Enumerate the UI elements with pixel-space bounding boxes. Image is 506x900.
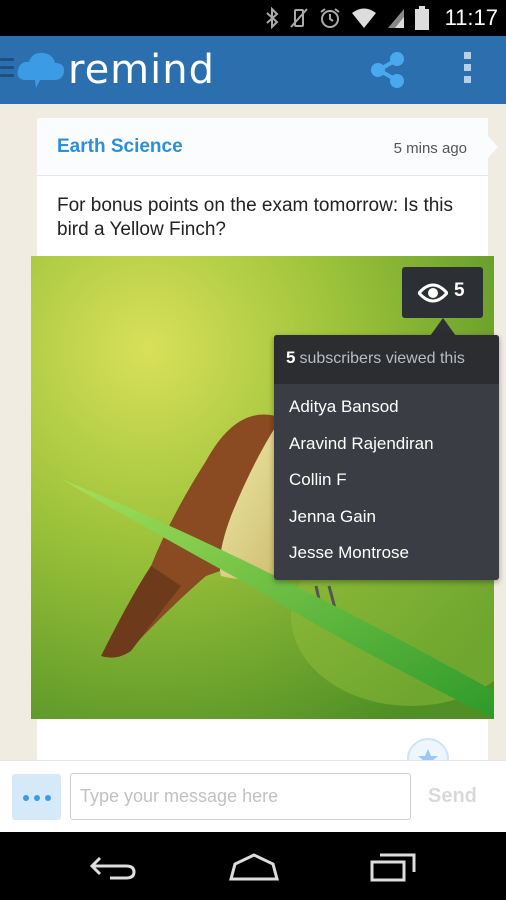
class-name[interactable]: Earth Science xyxy=(57,136,183,158)
message-text: For bonus points on the exam tomorrow: I… xyxy=(57,195,454,240)
clock: 11:17 xyxy=(444,5,498,30)
vibrate-icon xyxy=(289,8,308,28)
card-header: Earth Science 5 mins ago xyxy=(37,118,498,176)
popup-pointer xyxy=(430,318,456,336)
timestamp: 5 mins ago xyxy=(393,140,467,157)
bluetooth-icon xyxy=(265,7,279,29)
viewers-popup: 5 subscribers viewed this Aditya Bansod A… xyxy=(274,335,499,580)
more-options-button[interactable] xyxy=(12,774,61,820)
menu-icon[interactable] xyxy=(0,58,14,82)
system-nav-bar xyxy=(0,832,506,900)
eye-icon xyxy=(418,283,448,303)
viewer-item[interactable]: Jenna Gain xyxy=(274,499,499,536)
message-input[interactable] xyxy=(70,773,411,820)
recents-icon[interactable] xyxy=(370,852,418,882)
popup-label: subscribers viewed this xyxy=(299,350,465,367)
brand-logo: remind xyxy=(68,47,215,93)
popup-header: 5 subscribers viewed this xyxy=(274,335,499,384)
alarm-icon xyxy=(319,8,340,28)
share-icon[interactable] xyxy=(368,50,408,90)
view-count-button[interactable]: 5 xyxy=(402,267,483,318)
viewers-list: Aditya Bansod Aravind Rajendiran Collin … xyxy=(274,384,499,572)
back-icon[interactable] xyxy=(88,852,138,882)
home-icon[interactable] xyxy=(227,852,281,882)
message-feed[interactable]: Earth Science 5 mins ago For bonus point… xyxy=(0,104,506,760)
popup-count: 5 xyxy=(286,348,296,367)
view-count: 5 xyxy=(454,280,465,301)
cell-signal-icon xyxy=(387,9,404,28)
viewer-item[interactable]: Aditya Bansod xyxy=(274,389,499,426)
card-notch xyxy=(488,136,498,158)
wifi-icon xyxy=(351,8,376,28)
star-icon xyxy=(418,749,438,760)
battery-icon xyxy=(414,6,429,30)
viewer-item[interactable]: Jesse Montrose xyxy=(274,535,499,572)
viewer-item[interactable]: Aravind Rajendiran xyxy=(274,426,499,463)
send-button[interactable]: Send xyxy=(428,785,477,808)
star-button[interactable] xyxy=(407,738,449,760)
cloud-logo-icon[interactable] xyxy=(16,50,66,90)
overflow-menu-icon[interactable] xyxy=(456,52,478,88)
viewer-item[interactable]: Collin F xyxy=(274,462,499,499)
compose-bar: Send xyxy=(0,760,506,832)
app-bar: remind xyxy=(0,36,506,104)
status-bar: 11:17 xyxy=(0,0,506,36)
